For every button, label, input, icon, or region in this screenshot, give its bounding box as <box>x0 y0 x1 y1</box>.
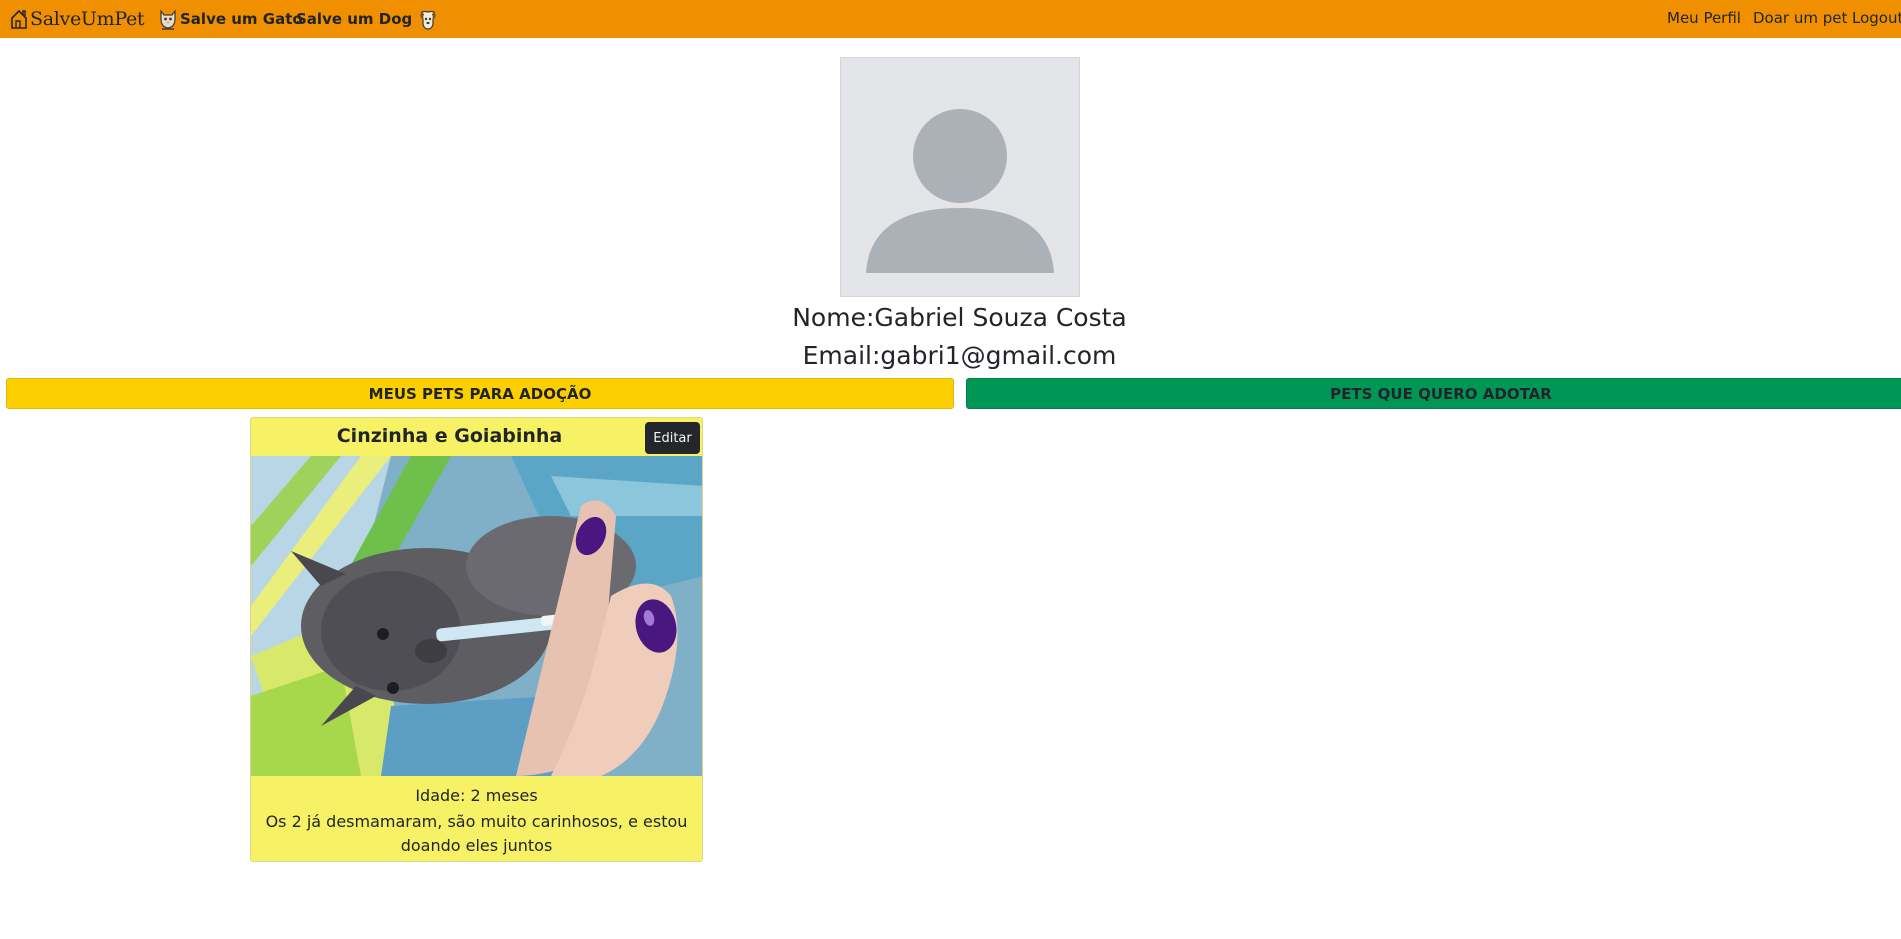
brand-link[interactable]: SalveUmPet <box>10 7 145 31</box>
profile-name: Nome:Gabriel Souza Costa <box>792 303 1127 332</box>
pet-card: Cinzinha e Goiabinha Editar Idade: 2 mes… <box>250 417 703 862</box>
nav-meu-perfil[interactable]: Meu Perfil <box>1667 9 1741 27</box>
profile-email: Email:gabri1@gmail.com <box>802 341 1117 370</box>
nav-salve-dog[interactable]: Salve um Dog <box>296 7 438 31</box>
house-icon <box>11 9 27 29</box>
dog-icon <box>420 10 436 30</box>
tab-meus-pets[interactable]: MEUS PETS PARA ADOÇÃO <box>6 378 954 409</box>
cat-icon <box>160 9 176 30</box>
nav-salve-gato-label: Salve um Gato <box>180 10 303 28</box>
pet-age: Idade: 2 meses <box>415 786 538 805</box>
top-navbar: SalveUmPet Salve um Gato Salve um Dog Me… <box>0 0 1901 38</box>
profile-avatar <box>840 57 1080 297</box>
edit-pet-button[interactable]: Editar <box>645 422 700 454</box>
nav-salve-dog-label: Salve um Dog <box>296 10 413 28</box>
brand-name: SalveUmPet <box>30 8 145 30</box>
pet-description: Os 2 já desmamaram, são muito carinhosos… <box>265 812 688 855</box>
pet-photo <box>251 456 702 776</box>
user-placeholder-icon <box>866 109 1054 273</box>
nav-doar-pet[interactable]: Doar um pet <box>1753 9 1847 27</box>
tab-pets-quero-adotar[interactable]: PETS QUE QUERO ADOTAR <box>966 378 1901 409</box>
nav-logout[interactable]: Logout <box>1852 9 1901 27</box>
pet-name: Cinzinha e Goiabinha <box>336 425 563 447</box>
nav-salve-gato[interactable]: Salve um Gato <box>158 7 303 31</box>
